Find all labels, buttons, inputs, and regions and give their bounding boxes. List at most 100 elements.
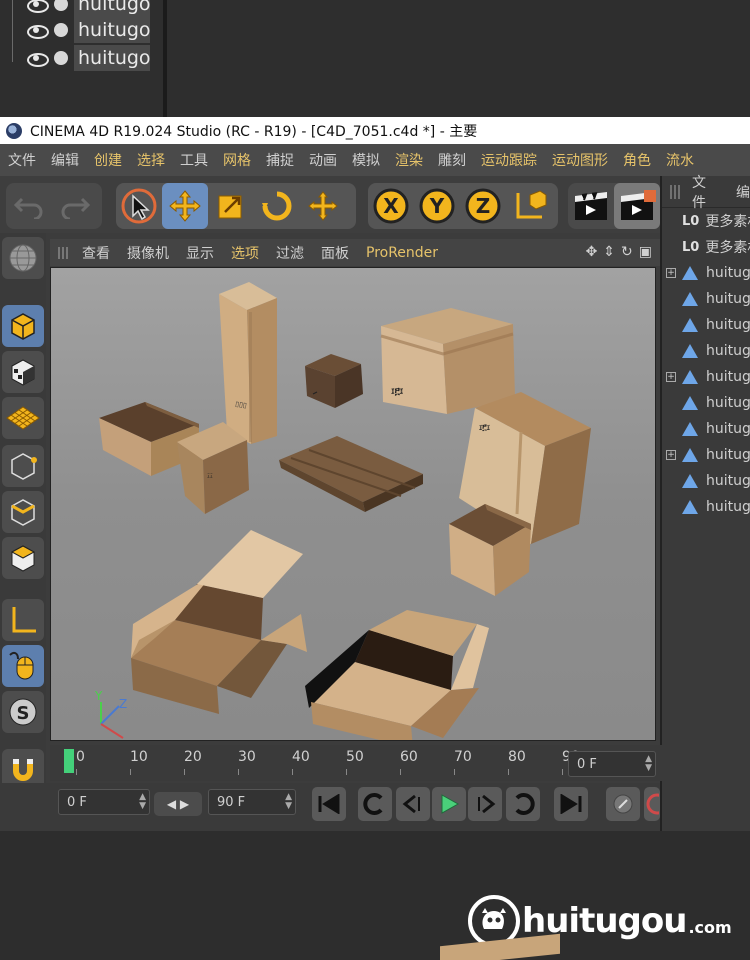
- texture-mode-icon[interactable]: [2, 351, 44, 393]
- spinner-arrows-icon[interactable]: ▲ ▼: [139, 793, 146, 811]
- object-row[interactable]: + huitugou: [662, 260, 750, 286]
- object-name[interactable]: huitugou: [74, 45, 150, 71]
- undo-icon[interactable]: [6, 183, 52, 229]
- viewport-menu-filter[interactable]: 过滤: [276, 243, 304, 263]
- go-to-start-icon[interactable]: [312, 787, 346, 821]
- viewport-menu-camera[interactable]: 摄像机: [127, 243, 169, 263]
- move-cross-icon[interactable]: [300, 183, 346, 229]
- menu-animate[interactable]: 动画: [309, 150, 337, 170]
- panel-grip-icon[interactable]: [670, 184, 682, 199]
- fragment-object-row[interactable]: huitugou: [26, 0, 150, 17]
- timeline-playhead[interactable]: [64, 749, 74, 773]
- current-frame-field[interactable]: 0 F ▲ ▼: [568, 751, 656, 777]
- fragment-object-row[interactable]: huitugou: [26, 45, 150, 71]
- viewport-menu-panel[interactable]: 面板: [321, 243, 349, 263]
- object-row[interactable]: huitugou: [662, 416, 750, 442]
- visibility-eye-icon[interactable]: [26, 23, 49, 39]
- menu-render[interactable]: 渲染: [395, 150, 423, 170]
- edges-mode-icon[interactable]: [2, 491, 44, 533]
- render-dot-icon[interactable]: [54, 23, 68, 37]
- pan-view-icon[interactable]: ✥: [586, 244, 598, 260]
- tall-box-model[interactable]: ▯▯▯: [219, 282, 277, 444]
- object-row[interactable]: + huitugou: [662, 364, 750, 390]
- menu-sculpt[interactable]: 雕刻: [438, 150, 466, 170]
- object-row[interactable]: + huitugou: [662, 442, 750, 468]
- spinner-arrows-icon[interactable]: ▲ ▼: [645, 755, 652, 773]
- world-coordinates-icon[interactable]: [506, 183, 552, 229]
- polygons-mode-icon[interactable]: [2, 537, 44, 579]
- menu-character[interactable]: 角色: [623, 150, 651, 170]
- play-forward-icon[interactable]: [432, 787, 466, 821]
- x-axis-icon[interactable]: X: [368, 183, 414, 229]
- select-cursor-icon[interactable]: [116, 183, 162, 229]
- y-axis-icon[interactable]: Y: [414, 183, 460, 229]
- menu-file[interactable]: 文件: [8, 150, 36, 170]
- globe-mode-icon[interactable]: [2, 237, 44, 279]
- toggle-layout-icon[interactable]: ▣: [639, 244, 652, 260]
- fragment-object-row[interactable]: huitugou: [26, 17, 150, 43]
- spinner-arrows-icon[interactable]: ▲ ▼: [285, 793, 292, 811]
- visibility-eye-icon[interactable]: [26, 51, 49, 67]
- render-dot-icon[interactable]: [54, 0, 68, 11]
- z-axis-icon[interactable]: Z: [460, 183, 506, 229]
- viewport-menu-options[interactable]: 选项: [231, 243, 259, 263]
- end-frame-field[interactable]: 90 F ▲ ▼: [208, 789, 296, 815]
- layer-object-row[interactable]: L0 更多素材: [662, 234, 750, 260]
- object-row[interactable]: huitugou: [662, 468, 750, 494]
- menu-pipeline[interactable]: 流水: [666, 150, 694, 170]
- menu-edit[interactable]: 编辑: [51, 150, 79, 170]
- expand-toggle-icon[interactable]: +: [666, 450, 676, 460]
- object-row[interactable]: huitugou: [662, 390, 750, 416]
- om-menu-edit[interactable]: 编: [736, 182, 750, 202]
- autokey-icon[interactable]: [644, 787, 660, 821]
- scale-icon[interactable]: [208, 183, 254, 229]
- expand-toggle-icon[interactable]: +: [666, 268, 676, 278]
- object-row[interactable]: huitugou: [662, 286, 750, 312]
- menu-tools[interactable]: 工具: [180, 150, 208, 170]
- open-flap-box-model[interactable]: [131, 530, 307, 714]
- render-dot-icon[interactable]: [54, 51, 68, 65]
- dolly-view-icon[interactable]: ⇕: [603, 244, 615, 260]
- large-box-model[interactable]: ፤፫፤: [380, 308, 515, 414]
- om-menu-file[interactable]: 文件: [692, 172, 716, 212]
- orbit-view-icon[interactable]: ↻: [621, 244, 633, 260]
- panel-grip-icon[interactable]: [58, 246, 70, 259]
- next-frame-icon[interactable]: [468, 787, 502, 821]
- menu-snap[interactable]: 捕捉: [266, 150, 294, 170]
- menu-create[interactable]: 创建: [94, 150, 122, 170]
- axis-mode-icon[interactable]: [2, 599, 44, 641]
- model-mode-icon[interactable]: [2, 305, 44, 347]
- panel-separator[interactable]: [163, 0, 167, 117]
- object-row[interactable]: huitugou: [662, 338, 750, 364]
- menu-mograph[interactable]: 运动图形: [552, 150, 608, 170]
- flat-box-model[interactable]: [279, 436, 423, 512]
- range-slider[interactable]: ◀ ▶: [154, 792, 202, 816]
- go-to-end-icon[interactable]: [554, 787, 588, 821]
- large-open-box-model[interactable]: [305, 610, 489, 741]
- record-keys-icon[interactable]: [606, 787, 640, 821]
- tweak-mode-icon[interactable]: [2, 645, 44, 687]
- previous-frame-icon[interactable]: [396, 787, 430, 821]
- small-dark-box-model[interactable]: [305, 354, 363, 408]
- previous-key-icon[interactable]: [358, 787, 392, 821]
- object-name[interactable]: huitugou: [74, 0, 150, 17]
- render-view-icon[interactable]: [568, 183, 614, 229]
- redo-icon[interactable]: [52, 183, 98, 229]
- menu-select[interactable]: 选择: [137, 150, 165, 170]
- move-icon[interactable]: [162, 183, 208, 229]
- rotate-icon[interactable]: [254, 183, 300, 229]
- workplane-mode-icon[interactable]: [2, 397, 44, 439]
- visibility-eye-icon[interactable]: [26, 0, 49, 13]
- render-picture-viewer-icon[interactable]: [614, 183, 660, 229]
- viewport-menu-prorender[interactable]: ProRender: [366, 245, 438, 261]
- menu-mesh[interactable]: 网格: [223, 150, 251, 170]
- expand-toggle-icon[interactable]: +: [666, 372, 676, 382]
- perspective-viewport[interactable]: ▯▯▯ ፤፫፤ ፤፤ ፤፫፤ Y Z: [50, 267, 656, 741]
- points-mode-icon[interactable]: [2, 445, 44, 487]
- layer-object-row[interactable]: L0 更多素材: [662, 208, 750, 234]
- menu-motion-tracking[interactable]: 运动跟踪: [481, 150, 537, 170]
- start-frame-field[interactable]: 0 F ▲ ▼: [58, 789, 150, 815]
- snapping-icon[interactable]: S: [2, 691, 44, 733]
- viewport-menu-display[interactable]: 显示: [186, 243, 214, 263]
- next-key-icon[interactable]: [506, 787, 540, 821]
